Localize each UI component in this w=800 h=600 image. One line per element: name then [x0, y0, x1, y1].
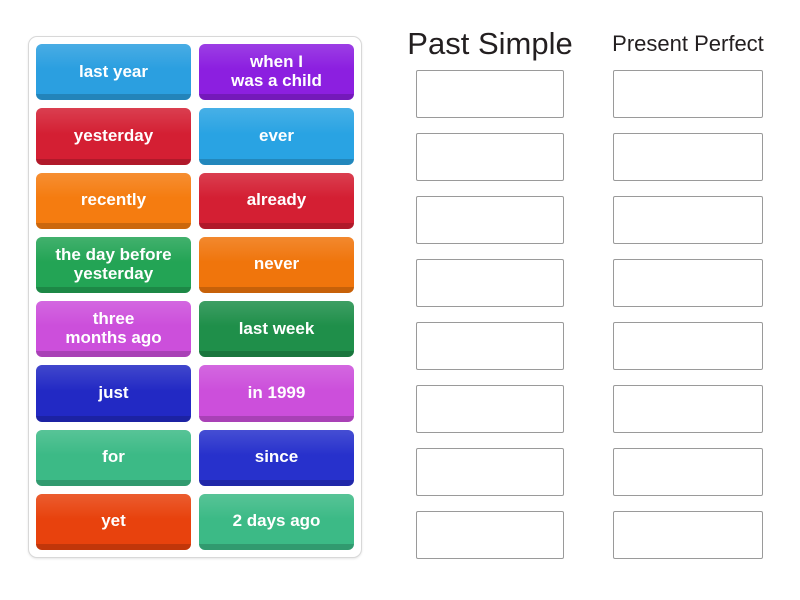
column-present-perfect: Present Perfect — [600, 24, 776, 559]
word-tile-label: for — [102, 447, 125, 467]
word-tile[interactable]: last year — [36, 44, 191, 101]
word-tile-label: recently — [80, 190, 147, 210]
word-tile-label: last week — [238, 318, 315, 338]
word-tile-label: last year — [79, 61, 148, 81]
dropzone-present-perfect[interactable] — [613, 322, 763, 370]
word-tile-label: yesterday — [73, 125, 154, 145]
answer-columns: Past Simple Present Perfect — [400, 24, 790, 574]
word-tile-label: in 1999 — [247, 382, 306, 402]
dropzone-past-simple[interactable] — [416, 196, 564, 244]
dropzone-present-perfect[interactable] — [613, 196, 763, 244]
dropzone-present-perfect[interactable] — [613, 133, 763, 181]
word-tile-label: 2 days ago — [232, 511, 321, 531]
word-tile-label: already — [246, 190, 307, 210]
word-tile-label: when I was a child — [231, 52, 322, 91]
word-tile[interactable]: since — [199, 429, 354, 486]
dropzone-past-simple[interactable] — [416, 448, 564, 496]
dropzone-past-simple[interactable] — [416, 70, 564, 118]
word-tile-label: since — [254, 447, 299, 467]
word-tile[interactable]: never — [199, 236, 354, 293]
word-tile[interactable]: the day before yesterday — [36, 236, 191, 293]
dropzone-list-past-simple — [402, 70, 578, 559]
word-tile-label: three months ago — [65, 309, 162, 348]
word-tile[interactable]: yet — [36, 493, 191, 550]
dropzone-present-perfect[interactable] — [613, 385, 763, 433]
column-title-present-perfect: Present Perfect — [612, 31, 764, 56]
word-tile-label: ever — [259, 125, 294, 145]
column-title-past-simple: Past Simple — [407, 26, 573, 61]
dropzone-past-simple[interactable] — [416, 259, 564, 307]
word-tile-label: just — [98, 382, 129, 402]
dropzone-past-simple[interactable] — [416, 511, 564, 559]
dropzone-past-simple[interactable] — [416, 133, 564, 181]
word-tile[interactable]: just — [36, 365, 191, 422]
word-tile[interactable]: 2 days ago — [199, 493, 354, 550]
dropzone-present-perfect[interactable] — [613, 70, 763, 118]
word-tile[interactable]: in 1999 — [199, 365, 354, 422]
word-tile[interactable]: when I was a child — [199, 44, 354, 101]
dropzone-past-simple[interactable] — [416, 322, 564, 370]
dropzone-present-perfect[interactable] — [613, 448, 763, 496]
dropzone-past-simple[interactable] — [416, 385, 564, 433]
word-tile-label: never — [253, 254, 300, 274]
word-tile[interactable]: last week — [199, 301, 354, 358]
dropzone-present-perfect[interactable] — [613, 511, 763, 559]
word-tile-label: yet — [101, 511, 126, 531]
word-tile-label: the day before yesterday — [55, 244, 172, 283]
word-tile[interactable]: recently — [36, 172, 191, 229]
word-tile[interactable]: three months ago — [36, 301, 191, 358]
word-tile[interactable]: for — [36, 429, 191, 486]
word-tile[interactable]: already — [199, 172, 354, 229]
dropzone-present-perfect[interactable] — [613, 259, 763, 307]
word-tile-grid: last year when I was a child yesterday ever… — [36, 44, 354, 550]
word-tile[interactable]: ever — [199, 108, 354, 165]
word-tile-pool: last year when I was a child yesterday ever… — [28, 36, 362, 558]
word-tile[interactable]: yesterday — [36, 108, 191, 165]
column-past-simple: Past Simple — [402, 24, 578, 559]
dropzone-list-present-perfect — [600, 70, 776, 559]
